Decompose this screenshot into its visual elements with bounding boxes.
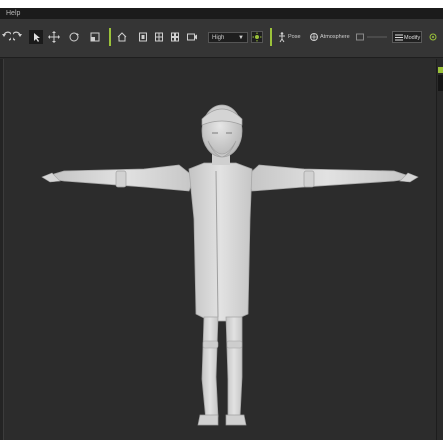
atmosphere-label[interactable]: Atmosphere <box>320 30 350 44</box>
menubar: Help <box>0 8 443 19</box>
atmosphere-icon[interactable] <box>308 30 320 44</box>
camera-icon[interactable] <box>185 30 199 44</box>
toolbar-separator <box>109 28 111 46</box>
render-icon[interactable] <box>354 30 366 44</box>
toolbar-separator <box>270 28 272 46</box>
home-icon[interactable] <box>115 30 129 44</box>
right-panel-edge[interactable] <box>436 59 443 440</box>
view-quad-icon[interactable] <box>169 30 181 44</box>
character-model <box>41 104 419 426</box>
view-grid-icon[interactable] <box>153 30 165 44</box>
light-icon[interactable] <box>251 31 263 43</box>
view-front-icon[interactable] <box>137 30 149 44</box>
modify-icon <box>395 34 403 41</box>
panel-tab-active[interactable] <box>438 67 443 73</box>
menu-help[interactable]: Help <box>6 10 20 17</box>
quality-dropdown[interactable]: High ▼ <box>208 32 248 43</box>
quality-value: High <box>212 35 225 41</box>
move-icon[interactable] <box>46 30 62 44</box>
settings-icon[interactable] <box>427 30 439 44</box>
modify-button[interactable]: Modify <box>392 31 422 43</box>
screen-bottom-margin <box>0 440 443 447</box>
undo-icon[interactable] <box>0 30 13 44</box>
render-progress-track <box>367 36 387 38</box>
redo-icon[interactable] <box>11 30 24 44</box>
modify-label: Modify <box>404 35 421 41</box>
pose-label[interactable]: Pose <box>288 30 301 44</box>
chevron-down-icon: ▼ <box>238 35 244 41</box>
pose-icon[interactable] <box>276 30 288 44</box>
app-window: Help High ▼ Pose Atmosphere Modify <box>0 8 443 440</box>
scale-icon[interactable] <box>88 30 102 44</box>
panel-tab[interactable] <box>438 75 443 91</box>
main-toolbar: High ▼ Pose Atmosphere Modify <box>0 19 443 58</box>
3d-viewport[interactable] <box>4 59 436 440</box>
select-icon[interactable] <box>29 30 43 44</box>
rotate-icon[interactable] <box>66 30 82 44</box>
